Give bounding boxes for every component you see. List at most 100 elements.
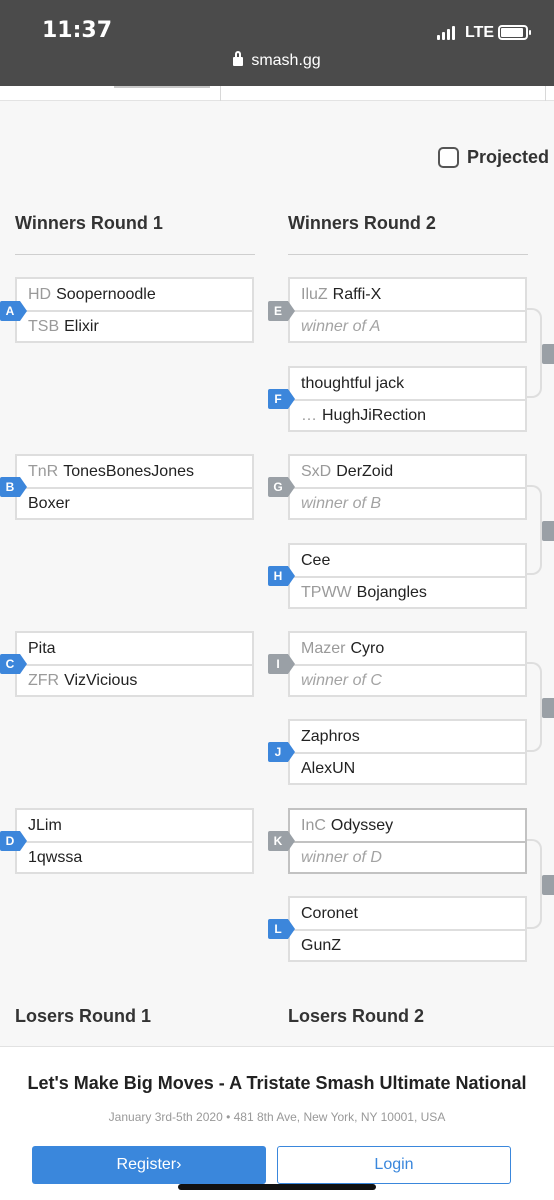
round-divider [288,254,528,255]
round-title-losers-2: Losers Round 2 [288,1006,425,1026]
player-name: GunZ [301,936,342,954]
match-slot[interactable]: TSB Elixir [17,310,252,341]
match-badge-f[interactable]: F [268,389,295,409]
player-prefix: ZFR [28,671,60,689]
home-indicator [178,1184,376,1190]
match-badge-c[interactable]: C [0,654,27,674]
match-slot[interactable]: winner of A [290,310,525,341]
match-i[interactable]: Mazer Cyro winner of C [288,631,527,697]
match-slot[interactable]: ZFR VizVicious [17,664,252,695]
player-name: thoughtful jack [301,374,405,392]
player-name: JLim [28,816,62,834]
match-slot[interactable]: winner of C [290,664,525,695]
player-name: DerZoid [336,462,394,480]
top-tabs-strip [0,86,554,101]
match-slot[interactable]: Mazer Cyro [290,633,525,664]
match-slot[interactable]: AlexUN [290,752,525,783]
match-badge-b[interactable]: B [0,477,27,497]
match-slot[interactable]: Pita [17,633,252,664]
match-slot[interactable]: TPWW Bojangles [290,576,525,607]
match-badge-next[interactable] [542,521,554,541]
match-slot[interactable]: SxD DerZoid [290,456,525,487]
match-a[interactable]: HD Soopernoodle TSB Elixir [15,277,254,343]
match-slot[interactable]: HD Soopernoodle [17,279,252,310]
match-badge-k[interactable]: K [268,831,295,851]
round-title-winners-2: Winners Round 2 [288,213,436,233]
player-name: Coronet [301,904,358,922]
player-name: Raffi-X [332,285,382,303]
match-slot[interactable]: TnR TonesBonesJones [17,456,252,487]
player-name: HughJiRection [322,406,427,424]
network-label: LTE [465,24,495,41]
event-panel: Let's Make Big Moves - A Tristate Smash … [0,1046,554,1200]
match-slot[interactable]: 1qwssa [17,841,252,872]
match-g[interactable]: SxD DerZoid winner of B [288,454,527,520]
player-prefix: TSB [28,317,60,335]
match-badge-h[interactable]: H [268,566,295,586]
player-prefix: TnR [28,462,59,480]
match-slot[interactable]: Boxer [17,487,252,518]
projected-toggle[interactable]: Projected [438,147,549,168]
match-h[interactable]: Cee TPWW Bojangles [288,543,527,609]
match-badge-e[interactable]: E [268,301,295,321]
match-slot[interactable]: thoughtful jack [290,368,525,399]
match-j[interactable]: Zaphros AlexUN [288,719,527,785]
player-prefix: HD [28,285,52,303]
match-badge-i[interactable]: I [268,654,295,674]
match-slot[interactable]: winner of B [290,487,525,518]
battery-icon [498,25,531,40]
player-prefix: Mazer [301,639,346,657]
bracket-connector [526,839,542,929]
round-title-losers-1: Losers Round 1 [15,1006,152,1026]
match-e[interactable]: IluZ Raffi-X winner of A [288,277,527,343]
match-badge-next[interactable] [542,875,554,895]
match-badge-next[interactable] [542,344,554,364]
player-name: Pita [28,639,56,657]
placeholder-text: winner of A [301,317,381,335]
match-d[interactable]: JLim 1qwssa [15,808,254,874]
status-bar: 11:37 LTE smash.gg [0,0,554,86]
match-k[interactable]: InC Odyssey winner of D [288,808,527,874]
match-badge-d[interactable]: D [0,831,27,851]
match-slot[interactable]: GunZ [290,929,525,960]
match-badge-l[interactable]: L [268,919,295,939]
bracket-connector [526,308,542,398]
match-slot[interactable]: … HughJiRection [290,399,525,430]
player-name: Zaphros [301,727,360,745]
player-name: Boxer [28,494,70,512]
lock-icon [233,51,244,66]
match-slot[interactable]: InC Odyssey [290,810,525,841]
match-slot[interactable]: JLim [17,810,252,841]
player-prefix: SxD [301,462,332,480]
player-name: 1qwssa [28,848,83,866]
match-badge-next[interactable] [542,698,554,718]
match-badge-j[interactable]: J [268,742,295,762]
clock: 11:37 [42,18,113,43]
match-f[interactable]: thoughtful jack … HughJiRection [288,366,527,432]
round-title-winners-1: Winners Round 1 [15,213,163,233]
match-slot[interactable]: winner of D [290,841,525,872]
event-title: Let's Make Big Moves - A Tristate Smash … [27,1073,527,1093]
match-b[interactable]: TnR TonesBonesJones Boxer [15,454,254,520]
match-slot[interactable]: IluZ Raffi-X [290,279,525,310]
match-badge-a[interactable]: A [0,301,27,321]
match-slot[interactable]: Cee [290,545,525,576]
placeholder-text: winner of C [301,671,382,689]
match-slot[interactable]: Coronet [290,898,525,929]
url-bar[interactable]: smash.gg [0,51,554,70]
event-info: January 3rd-5th 2020 • 481 8th Ave, New … [108,1110,446,1124]
register-button[interactable]: Register› [32,1146,266,1184]
round-divider [15,254,255,255]
match-slot[interactable]: Zaphros [290,721,525,752]
match-c[interactable]: Pita ZFR VizVicious [15,631,254,697]
projected-checkbox[interactable] [438,147,459,168]
player-name: Odyssey [330,816,394,834]
match-badge-g[interactable]: G [268,477,295,497]
player-name: Elixir [64,317,99,335]
player-name: Bojangles [356,583,427,601]
login-button[interactable]: Login [277,1146,511,1184]
bracket-page[interactable]: Projected Winners Round 1 Winners Round … [0,86,554,1046]
bracket-connector [526,662,542,752]
match-l[interactable]: Coronet GunZ [288,896,527,962]
player-name: VizVicious [64,671,138,689]
